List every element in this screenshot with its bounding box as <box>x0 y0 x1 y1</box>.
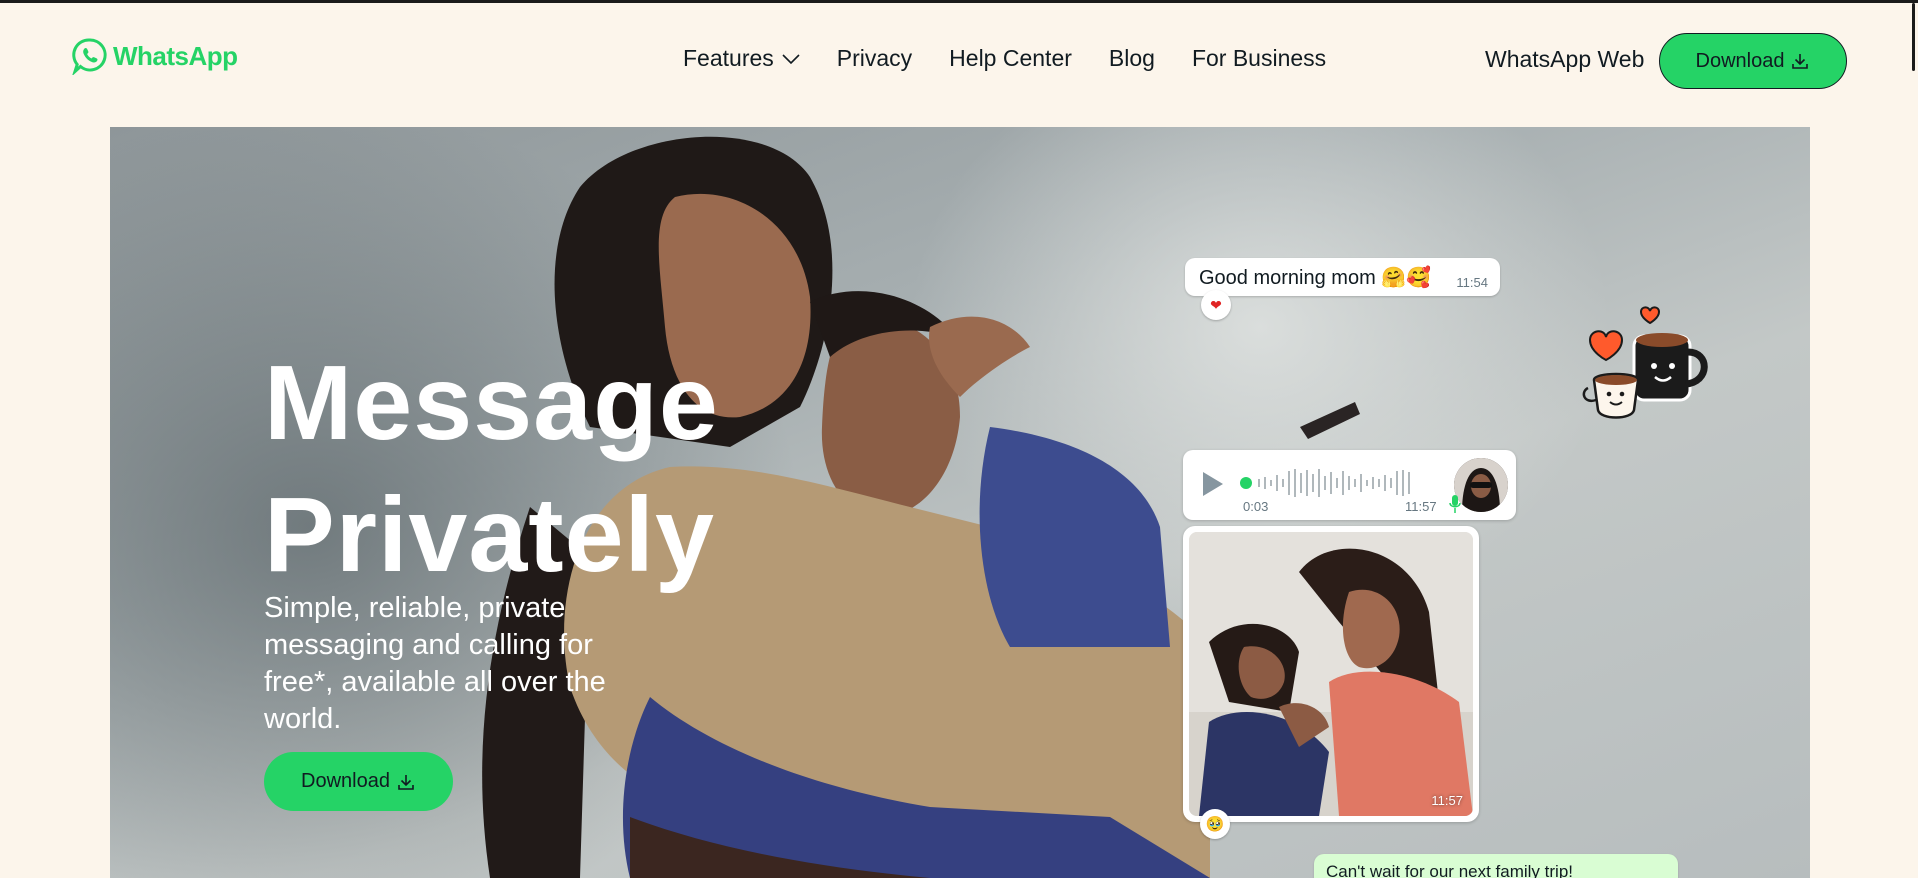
microphone-icon <box>1449 495 1461 513</box>
play-icon[interactable] <box>1201 470 1225 498</box>
hero-download-label: Download <box>301 770 390 792</box>
greeting-time: 11:54 <box>1456 275 1488 290</box>
main-nav: Features Privacy Help Center Blog For Bu… <box>683 45 1363 72</box>
hero-subtitle: Simple, reliable, private messaging and … <box>264 592 606 735</box>
header-download-button[interactable]: Download <box>1659 33 1847 89</box>
nav-for-business[interactable]: For Business <box>1192 45 1326 72</box>
whatsapp-logo[interactable]: WhatsApp <box>72 37 238 75</box>
nav-privacy[interactable]: Privacy <box>837 45 912 72</box>
greeting-text: Good morning mom 🤗🥰 <box>1199 266 1432 289</box>
nav-features-label: Features <box>683 45 774 71</box>
nav-blog[interactable]: Blog <box>1109 45 1155 72</box>
voice-time: 11:57 <box>1405 499 1437 514</box>
download-icon <box>398 774 414 790</box>
nav-help-center[interactable]: Help Center <box>949 45 1072 72</box>
whatsapp-logo-icon <box>72 38 107 75</box>
hero-headline: Message Privately <box>264 337 719 601</box>
chevron-down-icon <box>782 53 800 64</box>
heart-reaction: ❤ <box>1201 290 1231 320</box>
shared-photo: 11:57 <box>1189 532 1473 816</box>
chat-bubble-trip: Can't wait for our next family trip! <box>1314 854 1678 878</box>
chat-bubble-greeting: Good morning mom 🤗🥰 11:54 <box>1185 258 1500 296</box>
scrollbar-thumb[interactable] <box>1912 3 1915 71</box>
voice-waveform <box>1240 469 1410 497</box>
logo-text: WhatsApp <box>113 40 238 71</box>
hero-section: Message Privately Simple, reliable, priv… <box>110 127 1810 878</box>
avatar <box>1454 458 1508 512</box>
hero-download-button[interactable]: Download <box>264 752 453 811</box>
voice-note-bubble: 0:03 11:57 <box>1183 450 1516 520</box>
nav-features[interactable]: Features <box>683 45 800 72</box>
photo-message[interactable]: 11:57 <box>1183 526 1479 822</box>
photo-time: 11:57 <box>1431 793 1463 808</box>
headline-line-2: Privately <box>264 476 715 594</box>
coffee-sticker-icon <box>1582 306 1708 419</box>
whatsapp-web-link[interactable]: WhatsApp Web <box>1485 46 1644 73</box>
emoji-reaction: 🥹 <box>1200 809 1230 839</box>
download-icon <box>1792 54 1809 69</box>
voice-elapsed: 0:03 <box>1243 499 1269 514</box>
header-download-label: Download <box>1695 49 1785 72</box>
site-header: WhatsApp Features Privacy Help Center Bl… <box>0 3 1900 123</box>
headline-line-1: Message <box>264 344 719 462</box>
